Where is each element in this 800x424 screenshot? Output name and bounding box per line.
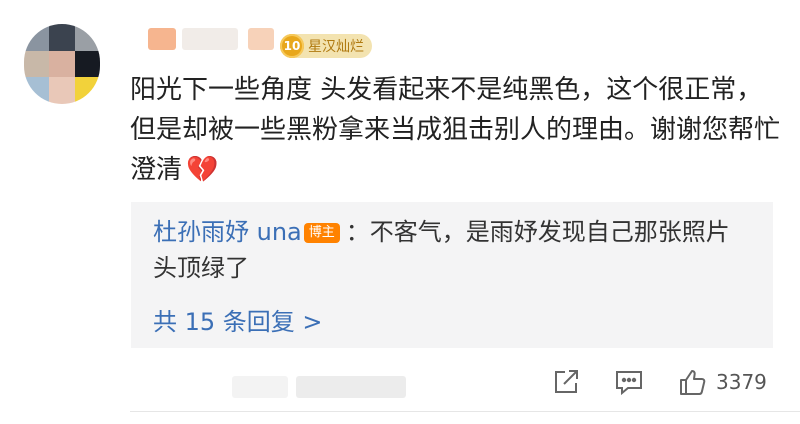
- comment-body: 阳光下一些角度 头发看起来不是纯黑色，这个很正常，但是却被一些黑粉拿来当成狙击别…: [130, 70, 780, 190]
- comment-icon: [616, 371, 642, 396]
- more-replies-link[interactable]: 共 15 条回复 >: [153, 302, 323, 337]
- comment-text: 阳光下一些角度 头发看起来不是纯黑色，这个很正常，但是却被一些黑粉拿来当成狙击别…: [130, 75, 781, 185]
- like-icon: [680, 370, 706, 395]
- level-number: 10: [280, 34, 304, 58]
- like-count: 3379: [716, 370, 767, 394]
- reply-item: 杜孙雨妤 una 博主 ：不客气，是雨妤发现自己那张照片头顶绿了: [153, 214, 753, 286]
- like-button[interactable]: 3379: [678, 366, 767, 398]
- comment-button[interactable]: [614, 366, 644, 398]
- level-badge[interactable]: 10 星汉灿烂: [280, 34, 372, 58]
- avatar[interactable]: [24, 24, 100, 104]
- reply-author-link[interactable]: 杜孙雨妤 una: [153, 218, 302, 246]
- share-icon: [555, 370, 578, 393]
- broken-heart-icon: 💔: [186, 155, 219, 185]
- divider: [130, 411, 800, 412]
- share-button[interactable]: [552, 366, 580, 398]
- username-obscured[interactable]: [148, 28, 176, 50]
- op-badge: 博主: [303, 223, 340, 243]
- timestamp-obscured: [232, 376, 288, 398]
- level-name: 星汉灿烂: [308, 39, 364, 55]
- timestamp-obscured-2: [296, 376, 406, 398]
- reply-box[interactable]: 杜孙雨妤 una 博主 ：不客气，是雨妤发现自己那张照片头顶绿了 共 15 条回复 …: [131, 202, 773, 348]
- username-obscured-2: [182, 28, 238, 50]
- username-obscured-3: [248, 28, 274, 50]
